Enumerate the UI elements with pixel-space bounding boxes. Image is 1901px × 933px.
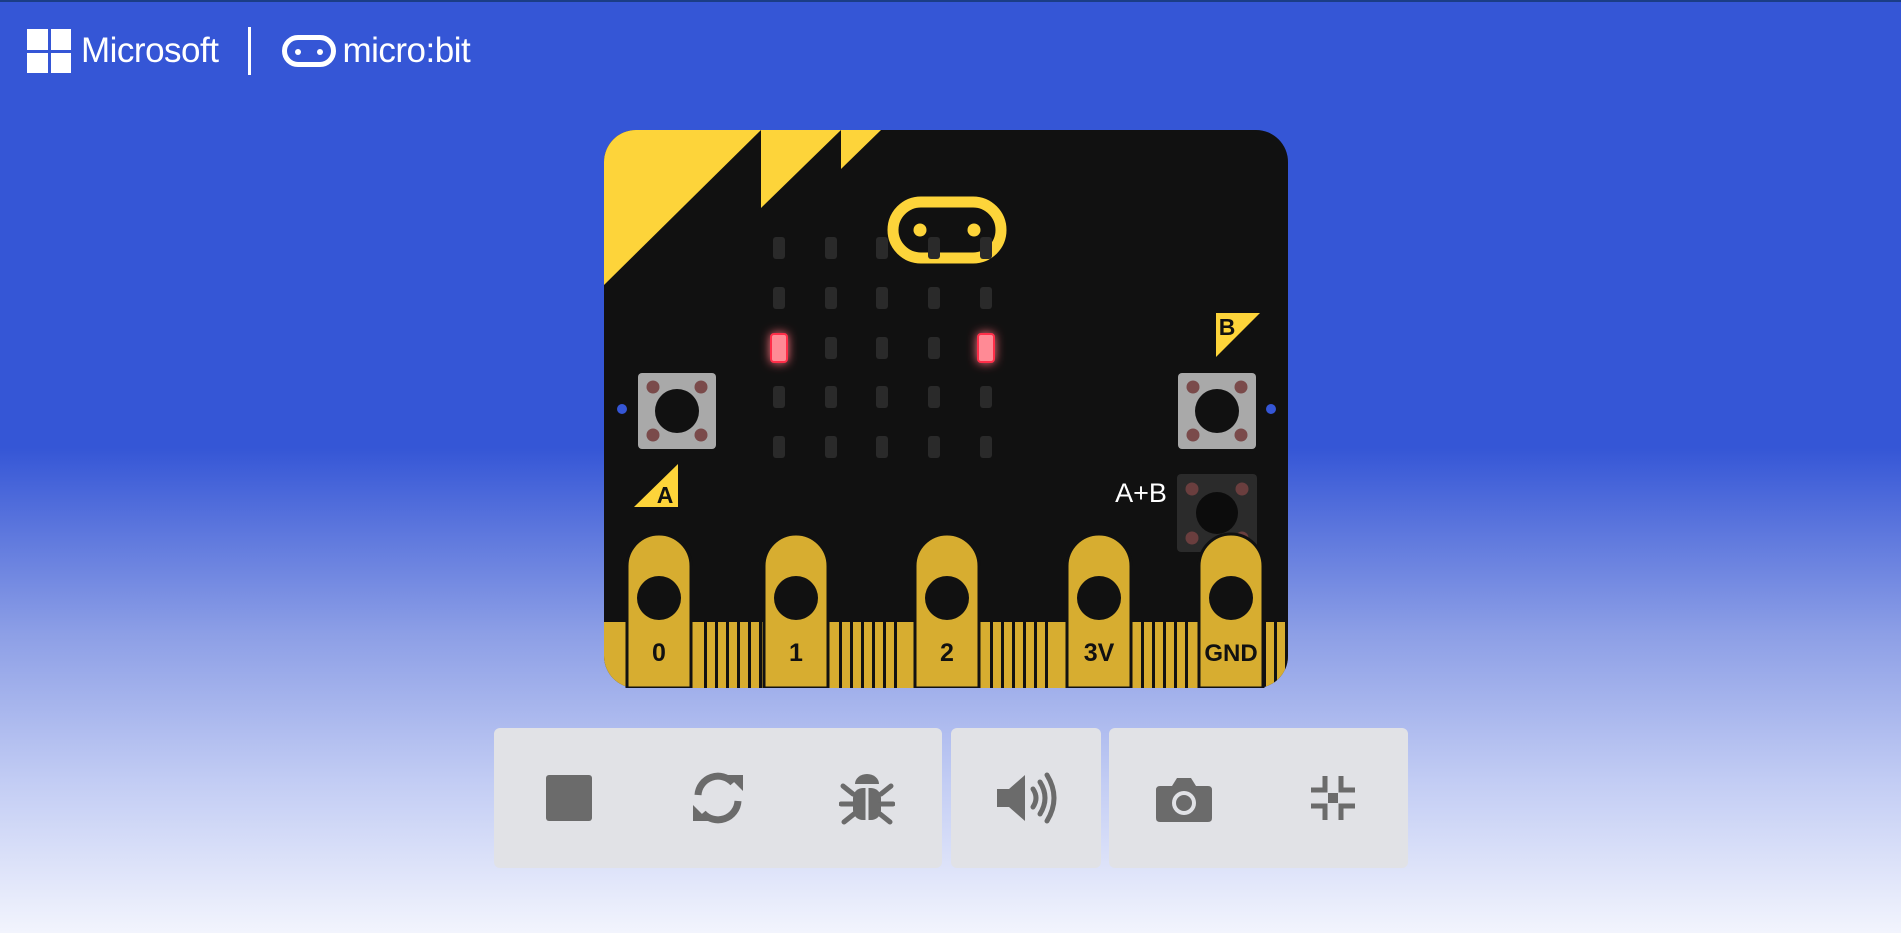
pin-label: 3V [1084,639,1115,667]
restart-button[interactable] [643,728,792,868]
led-off [980,436,992,458]
restart-icon [692,772,743,824]
stop-button[interactable] [494,728,643,868]
led-off [980,386,992,408]
led-off [980,237,992,259]
edge-indicator-left [617,404,627,414]
led-off [825,287,837,309]
edge-indicator-right [1266,404,1276,414]
button-a-plus-b-label: A+B [1115,478,1167,508]
fullscreen-button[interactable] [1259,728,1409,868]
led-off [928,436,940,458]
led-off [773,287,785,309]
led-off [825,386,837,408]
pin-0[interactable]: 0 [625,532,693,688]
brand-name: Microsoft [81,31,219,70]
simulator-controls-group [494,728,942,868]
led-off [876,386,888,408]
led-off [773,386,785,408]
button-a-label: A [657,482,674,508]
bug-icon [839,774,896,825]
view-controls-group [1109,728,1408,868]
edge-stripe [1285,622,1288,688]
edge-stripe [748,622,751,688]
button-a[interactable] [638,373,716,449]
led-off [773,237,785,259]
edge-stripe [1045,622,1048,688]
exit-fullscreen-icon [1311,776,1356,820]
edge-stripe [1163,622,1166,688]
led-off [825,436,837,458]
edge-stripe [726,622,729,688]
pin-1[interactable]: 1 [762,532,830,688]
header-divider [248,27,252,75]
header: Microsoft micro:bit [27,26,471,76]
edge-stripe [883,622,886,688]
edge-stripe [737,622,740,688]
button-b-label: B [1219,314,1236,340]
edge-stripe [1152,622,1155,688]
pin-label: 0 [652,639,666,667]
edge-stripe [1274,622,1277,688]
microsoft-logo-icon [27,29,71,73]
microbit-simulator-board: A B A+B 0 1 2 3V GND [604,130,1288,688]
pin-gnd[interactable]: GND [1197,532,1265,688]
edge-stripe [850,622,853,688]
edge-stripe [872,622,875,688]
led-off [773,436,785,458]
led-off [928,386,940,408]
led-off [980,287,992,309]
edge-stripe [759,622,762,688]
edge-stripe [1023,622,1026,688]
camera-icon [1155,778,1212,822]
edge-stripe [1141,622,1144,688]
edge-stripe [861,622,864,688]
edge-stripe [1001,622,1004,688]
led-off [928,337,940,359]
stop-icon [545,775,592,821]
screenshot-button[interactable] [1109,728,1259,868]
edge-stripe [704,622,707,688]
top-border [0,0,1901,2]
product-name: micro:bit [342,31,471,70]
edge-stripe [1012,622,1015,688]
led-off [825,337,837,359]
led-on [770,333,788,363]
edge-stripe [990,622,993,688]
microbit-logo-icon [282,35,337,67]
pin-3v[interactable]: 3V [1065,532,1133,688]
edge-stripe [839,622,842,688]
led-off [876,436,888,458]
edge-stripe [1174,622,1177,688]
pin-label: 2 [940,639,954,667]
audio-group [951,728,1101,868]
edge-stripe [894,622,897,688]
edge-stripe [1185,622,1188,688]
led-off [876,287,888,309]
debug-button[interactable] [793,728,942,868]
edge-stripe [1034,622,1037,688]
led-on [977,333,995,363]
led-off [928,237,940,259]
pin-label: GND [1204,640,1257,667]
pin-2[interactable]: 2 [913,532,981,688]
edge-stripe [715,622,718,688]
mute-button[interactable] [951,728,1101,868]
speaker-icon [997,772,1057,824]
pin-label: 1 [789,639,803,667]
button-b[interactable] [1178,373,1256,449]
led-off [876,237,888,259]
led-off [876,337,888,359]
led-off [928,287,940,309]
led-off [825,237,837,259]
